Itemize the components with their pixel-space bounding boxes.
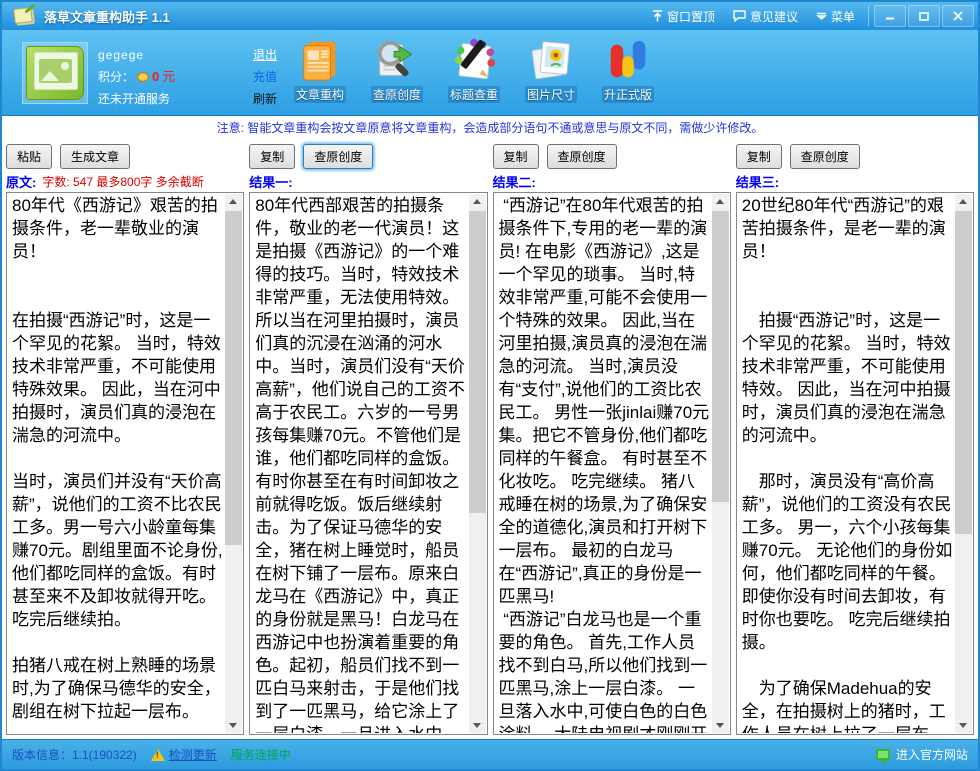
source-textarea[interactable]: 80年代《西游记》艰苦的拍摄条件，老一辈敬业的演员！ 在拍摄“西游记”时，这是一… bbox=[6, 192, 244, 735]
result3-title: 结果三: bbox=[736, 172, 779, 191]
feedback-button[interactable]: 意见建议 bbox=[724, 2, 807, 30]
scrollbar[interactable] bbox=[225, 194, 242, 733]
check-originality-button-result3[interactable]: 查原创度 bbox=[790, 144, 860, 169]
maximize-button[interactable] bbox=[908, 5, 940, 27]
check-originality-button-result1[interactable]: 查原创度 bbox=[303, 144, 373, 169]
close-button[interactable] bbox=[942, 5, 974, 27]
window-title: 落草文章重构助手 1.1 bbox=[44, 7, 170, 26]
scroll-down-icon[interactable] bbox=[955, 717, 972, 733]
image-size-icon bbox=[528, 37, 574, 83]
scrollbar[interactable] bbox=[712, 194, 729, 733]
scroll-down-icon[interactable] bbox=[225, 717, 242, 733]
scrollbar[interactable] bbox=[955, 194, 972, 733]
toolbar-item-article-rebuild[interactable]: 文章重构 bbox=[289, 37, 351, 103]
scroll-up-icon[interactable] bbox=[469, 194, 486, 210]
notice-text: 注意: 智能文章重构会按文章原意将文章重构，会造成部分语句不通或意思与原文不同，… bbox=[2, 116, 978, 141]
paste-button[interactable]: 粘贴 bbox=[6, 144, 52, 169]
maximize-icon bbox=[919, 12, 929, 21]
statusbar: 版本信息：1.1(190322) 检测更新 服务连接中 进入官方网站 bbox=[2, 739, 978, 769]
header: gegege 积分： 0 元 还未开通服务 退出 充值 刷新 文 bbox=[2, 30, 978, 116]
scroll-down-icon[interactable] bbox=[712, 717, 729, 733]
result2-text[interactable]: “西游记”在80年代艰苦的拍摄条件下,专用的老一辈的演员! 在电影《西游记》,这… bbox=[499, 194, 710, 733]
minimize-icon bbox=[885, 12, 895, 20]
minimize-button[interactable] bbox=[874, 5, 906, 27]
menu-button[interactable]: 菜单 bbox=[807, 2, 864, 30]
coin-icon bbox=[137, 72, 149, 82]
check-update-link[interactable]: 检测更新 bbox=[151, 746, 217, 763]
scroll-thumb[interactable] bbox=[469, 211, 486, 513]
article-rebuild-icon bbox=[297, 37, 343, 83]
scroll-up-icon[interactable] bbox=[955, 194, 972, 210]
pin-top-icon bbox=[652, 10, 663, 22]
scroll-thumb[interactable] bbox=[712, 211, 729, 502]
official-website-link[interactable]: 进入官方网站 bbox=[876, 746, 968, 763]
main-area: 注意: 智能文章重构会按文章原意将文章重构，会造成部分语句不通或意思与原文不同，… bbox=[2, 116, 978, 739]
chevron-down-icon bbox=[816, 11, 827, 21]
version-info: 版本信息：1.1(190322) bbox=[12, 746, 137, 763]
text-columns: 80年代《西游记》艰苦的拍摄条件，老一辈敬业的演员！ 在拍摄“西游记”时，这是一… bbox=[2, 192, 978, 739]
recharge-link[interactable]: 充值 bbox=[245, 66, 285, 88]
close-icon bbox=[953, 11, 963, 21]
monitor-icon bbox=[876, 749, 890, 760]
upgrade-full-version-icon bbox=[605, 37, 651, 83]
points-unit: 元 bbox=[162, 66, 175, 88]
app-window: 落草文章重构助手 1.1 窗口置顶 意见建议 菜单 bbox=[0, 0, 980, 771]
toolbar-item-title-check[interactable]: 标题查重 bbox=[443, 37, 505, 103]
toolbar: 文章重构 查原创度 bbox=[289, 37, 659, 103]
scroll-up-icon[interactable] bbox=[225, 194, 242, 210]
scroll-thumb[interactable] bbox=[225, 211, 242, 545]
app-logo-icon bbox=[12, 6, 36, 26]
toolbar-item-image-size[interactable]: 图片尺寸 bbox=[520, 37, 582, 103]
points-value: 0 bbox=[152, 66, 159, 88]
generate-article-button[interactable]: 生成文章 bbox=[60, 144, 130, 169]
result1-textarea[interactable]: 80年代西部艰苦的拍摄条件，敬业的老一代演员！这是拍摄《西游记》的一个难得的技巧… bbox=[249, 192, 487, 735]
column-headers: 原文: 字数: 547 最多800字 多余截断 结果一: 结果二: 结果三: bbox=[2, 171, 978, 192]
source-title: 原文: bbox=[6, 172, 36, 191]
originality-check-icon bbox=[374, 37, 420, 83]
points-label: 积分： bbox=[98, 66, 134, 88]
titlebar: 落草文章重构助手 1.1 窗口置顶 意见建议 菜单 bbox=[2, 2, 978, 30]
refresh-link[interactable]: 刷新 bbox=[245, 88, 285, 110]
title-duplicate-check-icon bbox=[451, 37, 497, 83]
copy-button-result3[interactable]: 复制 bbox=[736, 144, 782, 169]
result3-textarea[interactable]: 20世纪80年代“西游记”的艰苦拍摄条件，是老一辈的演员！ 拍摄“西游记”时，这… bbox=[736, 192, 974, 735]
pin-window-button[interactable]: 窗口置顶 bbox=[643, 2, 724, 30]
copy-button-result2[interactable]: 复制 bbox=[493, 144, 539, 169]
username: gegege bbox=[98, 44, 175, 66]
connection-status: 服务连接中 bbox=[231, 746, 291, 763]
scrollbar[interactable] bbox=[469, 194, 486, 733]
scroll-down-icon[interactable] bbox=[469, 717, 486, 733]
result1-title: 结果一: bbox=[249, 172, 292, 191]
check-originality-button-result2[interactable]: 查原创度 bbox=[547, 144, 617, 169]
copy-button-result1[interactable]: 复制 bbox=[249, 144, 295, 169]
green-book-icon bbox=[26, 46, 84, 100]
scroll-thumb[interactable] bbox=[955, 211, 972, 534]
result3-text[interactable]: 20世纪80年代“西游记”的艰苦拍摄条件，是老一辈的演员！ 拍摄“西游记”时，这… bbox=[742, 194, 953, 733]
warning-icon bbox=[151, 749, 165, 761]
logout-link[interactable]: 退出 bbox=[245, 44, 285, 66]
speech-bubble-icon bbox=[733, 10, 746, 22]
buttons-row: 粘贴 生成文章 复制 查原创度 复制 查原创度 复制 查原创度 bbox=[2, 141, 978, 171]
source-text[interactable]: 80年代《西游记》艰苦的拍摄条件，老一辈敬业的演员！ 在拍摄“西游记”时，这是一… bbox=[12, 194, 223, 733]
scroll-up-icon[interactable] bbox=[712, 194, 729, 210]
result2-title: 结果二: bbox=[493, 172, 536, 191]
avatar bbox=[22, 42, 88, 104]
result1-text[interactable]: 80年代西部艰苦的拍摄条件，敬业的老一代演员！这是拍摄《西游记》的一个难得的技巧… bbox=[255, 194, 466, 733]
service-status: 还未开通服务 bbox=[98, 88, 175, 110]
result2-textarea[interactable]: “西游记”在80年代艰苦的拍摄条件下,专用的老一辈的演员! 在电影《西游记》,这… bbox=[493, 192, 731, 735]
source-word-count: 字数: 547 最多800字 多余截断 bbox=[42, 173, 203, 190]
toolbar-item-originality-check[interactable]: 查原创度 bbox=[366, 37, 428, 103]
toolbar-item-upgrade[interactable]: 升正式版 bbox=[597, 37, 659, 103]
